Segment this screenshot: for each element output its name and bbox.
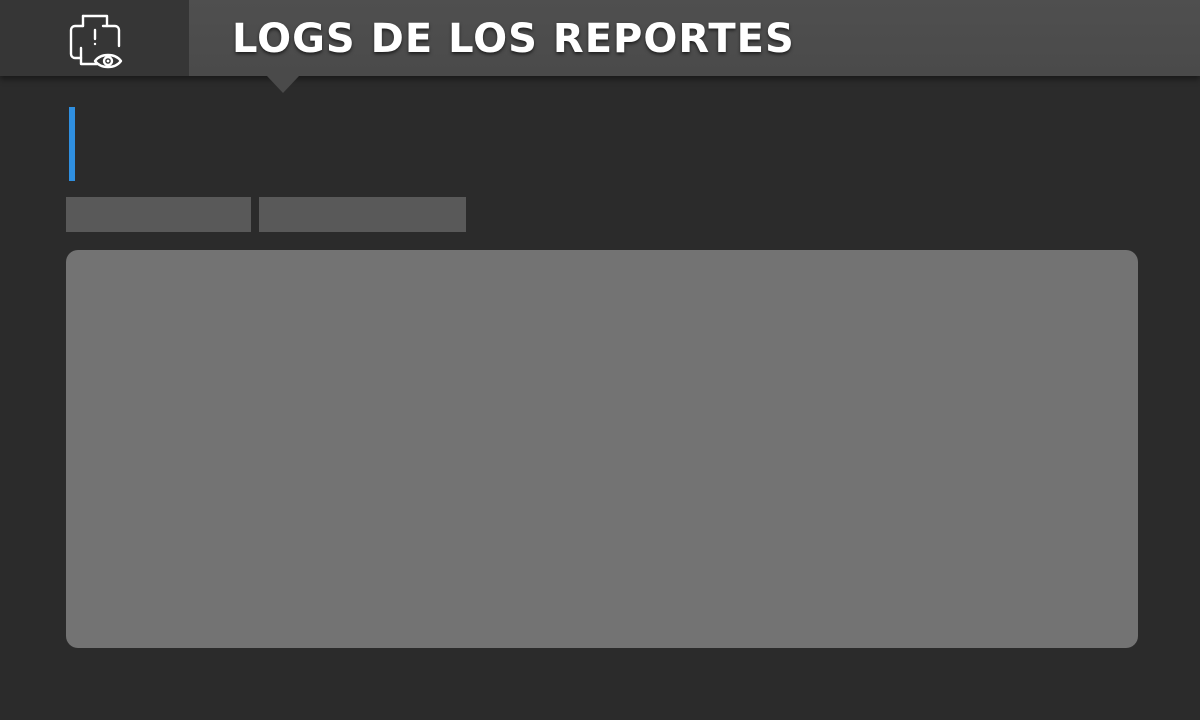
logs-table-panel (66, 250, 1138, 648)
filter-input-1[interactable] (66, 197, 251, 232)
section-accent-bar (69, 107, 75, 181)
filter-input-2[interactable] (259, 197, 466, 232)
header-icon-box (0, 0, 189, 76)
printer-alert-eye-icon (69, 14, 122, 69)
page-title: LOGS DE LOS REPORTES (232, 16, 795, 62)
header-pointer-arrow (267, 76, 299, 93)
top-header-bar: LOGS DE LOS REPORTES (0, 0, 1200, 76)
